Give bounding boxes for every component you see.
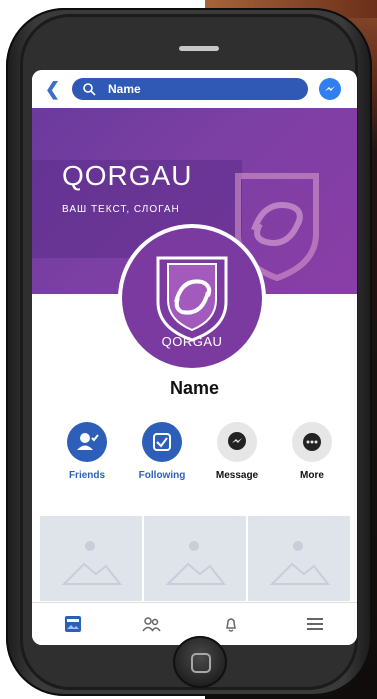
phone-home-button[interactable] [173,636,227,688]
phone-speaker [179,46,219,51]
search-icon [83,83,96,96]
more-dots-icon [292,422,332,462]
phone-screen: ❮ Name QORGAU ВАШ ТЕКСТ, СЛОГАН QORGAU N… [32,70,357,645]
photo-thumbnail[interactable] [40,516,142,601]
more-button[interactable]: More [277,422,347,481]
messenger-icon[interactable] [319,78,341,100]
profile-actions: Friends Following Message More [42,422,347,492]
shield-icon [156,256,228,342]
menu-icon[interactable] [304,613,326,635]
following-label: Following [138,470,186,481]
friends-button[interactable]: Friends [52,422,122,481]
back-icon[interactable]: ❮ [45,79,65,99]
top-bar: ❮ Name [32,70,357,108]
image-placeholder-icon [165,541,227,585]
photo-thumbnail[interactable] [248,516,350,601]
brand-slogan: ВАШ ТЕКСТ, СЛОГАН [62,204,180,215]
brand-name: QORGAU [62,160,193,191]
friends-label: Friends [68,470,106,481]
bell-icon[interactable] [220,613,242,635]
image-placeholder-icon [269,541,331,585]
friends-icon[interactable] [140,613,162,635]
following-button[interactable]: Following [127,422,197,481]
following-check-icon [142,422,182,462]
message-label: Message [215,470,259,481]
messenger-icon [217,422,257,462]
home-button-square [191,653,211,673]
photo-thumbnail[interactable] [144,516,246,601]
search-input[interactable]: Name [72,78,308,100]
avatar[interactable]: QORGAU [122,228,262,368]
search-text: Name [108,82,141,96]
more-label: More [300,470,324,481]
add-friend-icon [67,422,107,462]
message-button[interactable]: Message [202,422,272,481]
profile-name: Name [169,378,220,398]
feed-icon[interactable] [62,613,84,635]
photo-grid [32,516,357,601]
avatar-brand-text: QORGAU [161,334,223,349]
image-placeholder-icon [61,541,123,585]
